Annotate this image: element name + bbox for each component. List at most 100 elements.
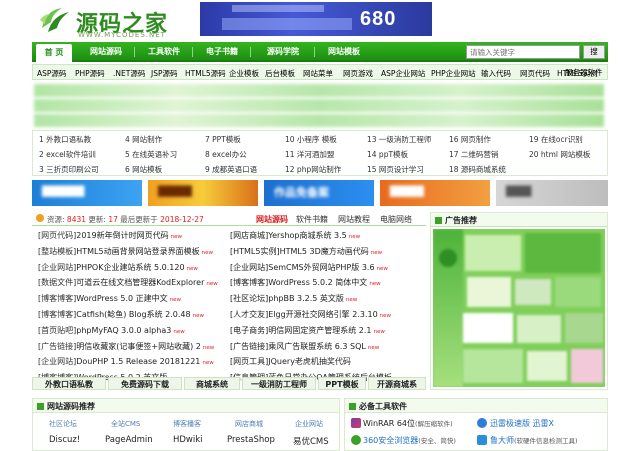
quick-link[interactable]: 5 在线英语补习 bbox=[125, 149, 177, 160]
banner-ad[interactable]: ▇▇▇▇ bbox=[380, 180, 490, 206]
source-list-item[interactable]: [广告链接]乘风广告联盟系统 6.3 SQL new bbox=[230, 341, 379, 352]
source-list-item[interactable]: [广告链接]明信收藏家(记事便签+网站收藏) 2 new bbox=[38, 341, 214, 352]
source-list-item[interactable]: [企业网站]SemCMS外贸网站PHP版 3.6 new bbox=[230, 262, 388, 273]
blurred-link-row[interactable] bbox=[34, 114, 604, 127]
category-link[interactable]: 后台模板 bbox=[265, 68, 295, 79]
recommend-category[interactable]: 社区论坛 bbox=[49, 419, 77, 429]
nav-item-templates[interactable]: 网站模板 bbox=[320, 42, 368, 62]
quick-link[interactable]: 13 一级消防工程师 bbox=[367, 134, 431, 145]
banner-number: 680 bbox=[360, 8, 397, 30]
quick-link[interactable]: 19 在线ocr识别 bbox=[529, 134, 583, 145]
category-link[interactable]: ASP源码 bbox=[37, 68, 66, 79]
nav-item-source[interactable]: 网站源码 bbox=[82, 42, 130, 62]
quick-link[interactable]: 18 源码商城系统 bbox=[449, 164, 506, 175]
quick-link[interactable]: 3 三折页印刷公司 bbox=[39, 164, 99, 175]
source-list-item[interactable]: [网页工具]JQuery老虎机抽奖代码 bbox=[230, 356, 353, 367]
source-list-item[interactable]: [网页代码]2019新年倒计时网页代码 new bbox=[38, 230, 182, 241]
banner-ads-row: ▇▇▇▇▇ ▇▇▇▇ 作品免备案 ▇▇▇▇ ▇▇▇ bbox=[32, 180, 608, 206]
quick-link[interactable]: 12 php网站制作 bbox=[285, 164, 341, 175]
source-list-item[interactable]: [社区论坛]phpBB 3.2.5 英文版 new bbox=[230, 293, 357, 304]
nav-home[interactable]: 首 页 bbox=[36, 44, 72, 62]
category-link[interactable]: 企业模板 bbox=[229, 68, 259, 79]
tag-link[interactable]: 外教口语私教 bbox=[32, 377, 106, 390]
category-link[interactable]: PHP企业网站 bbox=[431, 68, 476, 79]
category-link[interactable]: .NET源码 bbox=[113, 68, 145, 79]
tag-link[interactable]: PPT模板 bbox=[318, 377, 366, 390]
category-link[interactable]: 输入代码 bbox=[481, 68, 511, 79]
category-link[interactable]: 服务器软件 bbox=[565, 67, 603, 78]
category-link[interactable]: 网站菜单 bbox=[303, 68, 333, 79]
search-input[interactable] bbox=[466, 45, 580, 59]
quick-link[interactable]: 11 洋河酒加盟 bbox=[285, 149, 334, 160]
header-banner-ad[interactable]: 680 bbox=[200, 2, 432, 36]
site-logo[interactable]: 源码之家 WWW.MYCODES.NET bbox=[36, 4, 196, 40]
source-list-item[interactable]: [人才交友]Elgg开源社交网络引擎 2.3.10 new bbox=[230, 309, 391, 320]
category-link[interactable]: PHP源码 bbox=[75, 68, 105, 79]
tab-network[interactable]: 电脑网络 bbox=[380, 214, 412, 225]
quick-link[interactable]: 17 二维码营销 bbox=[449, 149, 498, 160]
source-list-item[interactable]: [HTML5实例]HTML5 3D魔方动画代码 new bbox=[230, 246, 382, 257]
source-list-item[interactable]: [博客博客]Catfish(鲶鱼) Blog系统 2.0.48 new bbox=[38, 309, 204, 320]
recommend-category[interactable]: 企业网站 bbox=[295, 419, 323, 429]
section-icon bbox=[435, 217, 442, 224]
ad-mosaic[interactable] bbox=[433, 229, 605, 387]
tag-link[interactable]: 开源商城系 bbox=[368, 377, 426, 390]
quick-link[interactable]: 9 成都英语口语 bbox=[205, 164, 257, 175]
banner-ad[interactable]: 作品免备案 bbox=[264, 180, 374, 206]
quick-link[interactable]: 15 网页设计学习 bbox=[367, 164, 424, 175]
quick-link[interactable]: 8 excel办公 bbox=[205, 149, 247, 160]
category-link[interactable]: HTML5源码 bbox=[185, 68, 226, 79]
recommend-category[interactable]: 全站CMS bbox=[111, 419, 140, 429]
category-link[interactable]: JSP源码 bbox=[151, 68, 178, 79]
banner-ad[interactable]: ▇▇▇ bbox=[496, 180, 608, 206]
recommend-item[interactable]: PrestaShop bbox=[227, 435, 275, 445]
quick-link[interactable]: 6 网站模板 bbox=[125, 164, 162, 175]
quick-link[interactable]: 4 网站制作 bbox=[125, 134, 162, 145]
software-item[interactable]: 迅雷极速版 迅雷X bbox=[490, 418, 554, 429]
quick-link[interactable]: 7 PPT模板 bbox=[205, 134, 241, 145]
software-item[interactable]: WinRAR 64位(解压缩软件) bbox=[363, 418, 453, 429]
software-item[interactable]: 360安全浏览器(安全、简快) bbox=[363, 435, 456, 446]
software-header: 必备工具软件 bbox=[345, 399, 607, 413]
source-list-item[interactable]: [整站模板]HTML5动画背景网站登录界面模板 new bbox=[38, 246, 213, 257]
tab-tutorials[interactable]: 网站教程 bbox=[338, 214, 370, 225]
tag-link[interactable]: 商城系统 bbox=[184, 377, 240, 390]
category-link[interactable]: 网页代码 bbox=[520, 68, 550, 79]
source-list-item[interactable]: [网店商城]Yershop商城系统 3.5 new bbox=[230, 230, 360, 241]
tab-software-books[interactable]: 软件书籍 bbox=[296, 214, 328, 225]
blurred-link-row[interactable] bbox=[34, 99, 604, 112]
quick-link[interactable]: 10 小程序 模板 bbox=[285, 134, 337, 145]
blurred-link-row[interactable] bbox=[34, 84, 604, 97]
source-list-item[interactable]: [博客博客]WordPress 5.0 正建中文 new bbox=[38, 293, 181, 304]
recommend-item[interactable]: 易优CMS bbox=[293, 435, 329, 447]
quick-link[interactable]: 2 excel软件培训 bbox=[39, 149, 96, 160]
tab-source[interactable]: 网站源码 bbox=[256, 214, 288, 225]
banner-ad[interactable]: ▇▇▇▇ bbox=[148, 180, 258, 206]
category-link[interactable]: ASP企业网站 bbox=[381, 68, 425, 79]
recommend-item[interactable]: HDwiki bbox=[173, 435, 203, 445]
source-list-item[interactable]: [企业网站]PHPOK企业建站系统 5.0.120 new bbox=[38, 262, 198, 273]
nav-item-ebooks[interactable]: 电子书籍 bbox=[198, 42, 246, 62]
banner-ad[interactable]: ▇▇▇▇▇ bbox=[32, 180, 142, 206]
recommend-item[interactable]: Discuz! bbox=[49, 435, 80, 445]
tag-link[interactable]: 一级消防工程师 bbox=[242, 377, 316, 390]
recommend-category[interactable]: 网店商城 bbox=[235, 419, 263, 429]
nav-item-academy[interactable]: 源码学院 bbox=[256, 42, 310, 62]
source-list-item[interactable]: [电子商务]明信网固定资产管理系统 2.1 new bbox=[230, 325, 385, 336]
quick-link[interactable]: 14 ppT模板 bbox=[367, 149, 408, 160]
recommend-category[interactable]: 博客播客 bbox=[173, 419, 201, 429]
category-link[interactable]: 网页游戏 bbox=[343, 68, 373, 79]
quick-link[interactable]: 16 网页制作 bbox=[449, 134, 491, 145]
quick-link[interactable]: 1 外教口语私教 bbox=[39, 134, 91, 145]
source-list-item[interactable]: [首页贴吧]phpMyFAQ 3.0.0 alpha3 new bbox=[38, 325, 185, 336]
quick-link[interactable]: 20 html 网站模板 bbox=[529, 149, 590, 160]
source-list-item[interactable]: [博客博客]WordPress 5.0.2 简体中文 new bbox=[230, 277, 381, 288]
recommend-item[interactable]: PageAdmin bbox=[105, 435, 153, 445]
search-button[interactable]: 搜 bbox=[583, 45, 605, 59]
tag-link[interactable]: 免费源码下载 bbox=[108, 377, 182, 390]
software-item[interactable]: 鲁大师(软硬件信息检测工具) bbox=[490, 435, 578, 446]
nav-item-tools[interactable]: 工具软件 bbox=[140, 42, 188, 62]
source-list-item[interactable]: [数据文件]可道云在线文档管理器KodExplorer new bbox=[38, 277, 218, 288]
source-list-item[interactable]: [企业网站]DouPHP 1.5 Release 20181221 new bbox=[38, 356, 214, 367]
quick-links-box: 1 外教口语私教 4 网站制作 7 PPT模板 10 小程序 模板 13 一级消… bbox=[32, 130, 608, 176]
